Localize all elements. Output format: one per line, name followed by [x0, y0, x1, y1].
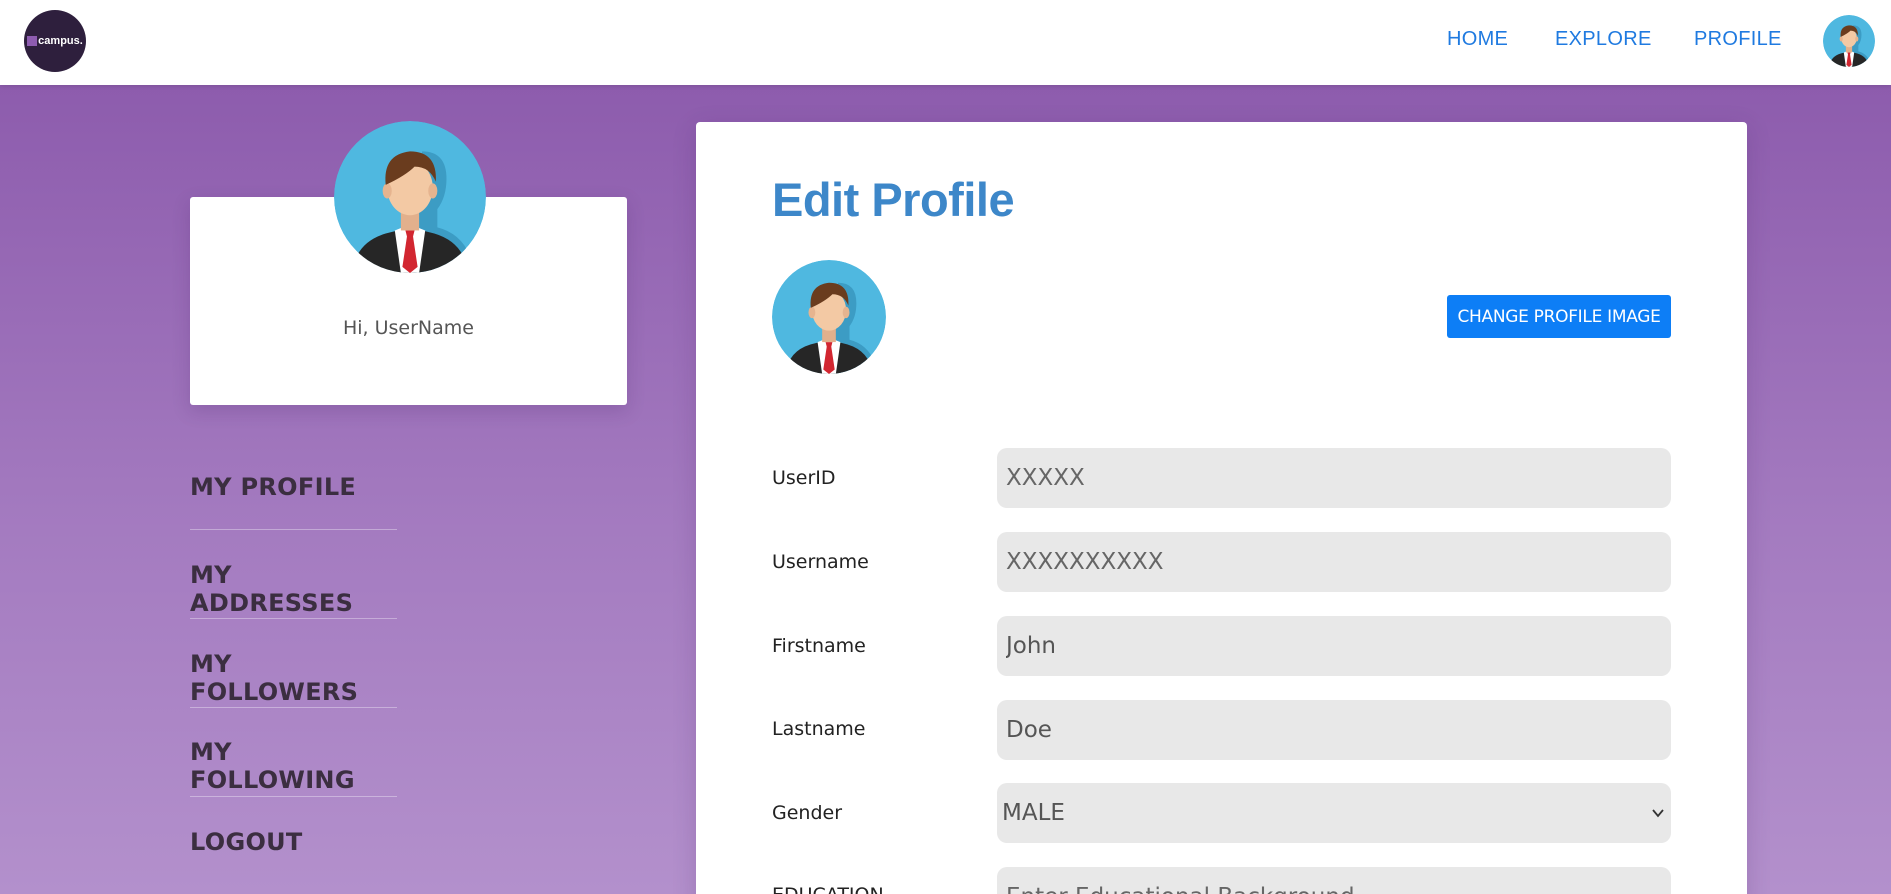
menu-divider [190, 796, 397, 797]
sidebar-item-my-profile[interactable]: MY PROFILE [190, 473, 397, 501]
nav-profile-link[interactable]: PROFILE [1694, 28, 1782, 51]
sidebar-item-logout[interactable]: LOGOUT [190, 828, 397, 856]
username-label: Username [772, 551, 869, 573]
menu-divider [190, 618, 397, 619]
greeting-text: Hi, UserName [342, 317, 474, 339]
nav-home-link[interactable]: HOME [1447, 28, 1508, 51]
logo-text: campus. [38, 35, 83, 47]
gender-selected-value: MALE [1002, 800, 1065, 826]
menu-divider [190, 707, 397, 708]
firstname-field[interactable] [997, 616, 1671, 676]
sidebar-item-my-addresses[interactable]: MY ADDRESSES [190, 561, 397, 617]
user-avatar-icon[interactable] [1823, 15, 1875, 67]
gender-label: Gender [772, 802, 843, 824]
page-title: Edit Profile [772, 173, 1015, 226]
campus-logo[interactable]: campus. [24, 10, 86, 72]
logo-mark-icon [27, 36, 38, 46]
gender-select[interactable]: MALE [997, 783, 1671, 843]
username-field[interactable] [997, 532, 1671, 592]
userid-label: UserID [772, 467, 836, 489]
firstname-label: Firstname [772, 635, 866, 657]
sidebar-item-my-following[interactable]: MY FOLLOWING [190, 738, 397, 794]
change-profile-image-button[interactable]: CHANGE PROFILE IMAGE [1447, 295, 1671, 338]
lastname-label: Lastname [772, 718, 866, 740]
lastname-field[interactable] [997, 700, 1671, 760]
menu-divider [190, 529, 397, 530]
user-avatar-icon [334, 121, 486, 273]
profile-image-icon [772, 260, 886, 374]
userid-field[interactable] [997, 448, 1671, 508]
edit-profile-card: Edit Profile CHANGE PROFILE IMAGE UserID… [696, 122, 1747, 894]
sidebar-item-my-followers[interactable]: MY FOLLOWERS [190, 650, 397, 706]
nav-explore-link[interactable]: EXPLORE [1555, 28, 1652, 51]
top-navbar: campus. HOME EXPLORE PROFILE [0, 0, 1891, 85]
chevron-down-icon [1652, 809, 1664, 818]
education-label: EDUCATION [772, 884, 884, 894]
education-field[interactable] [997, 867, 1671, 894]
